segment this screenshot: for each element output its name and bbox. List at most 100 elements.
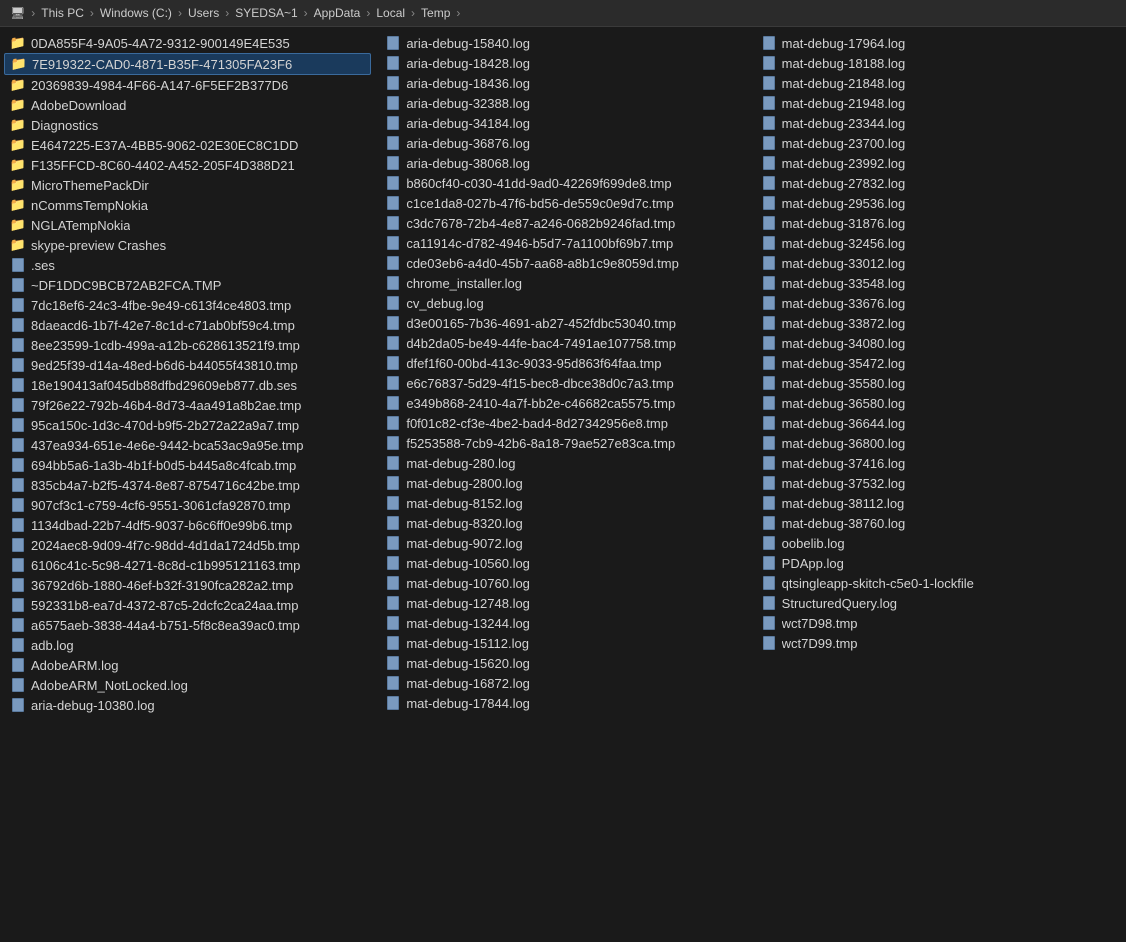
list-item[interactable]: 📁MicroThemePackDir — [4, 175, 371, 195]
list-item[interactable]: 1134dbad-22b7-4df5-9037-b6c6ff0e99b6.tmp — [4, 515, 371, 535]
list-item[interactable]: PDApp.log — [755, 553, 1122, 573]
breadcrumb-local[interactable]: Local — [376, 6, 405, 20]
list-item[interactable]: dfef1f60-00bd-413c-9033-95d863f64faa.tmp — [379, 353, 746, 373]
list-item[interactable]: 8daeacd6-1b7f-42e7-8c1d-c71ab0bf59c4.tmp — [4, 315, 371, 335]
list-item[interactable]: 📁7E919322-CAD0-4871-B35F-471305FA23F6 — [4, 53, 371, 75]
list-item[interactable]: mat-debug-33872.log — [755, 313, 1122, 333]
list-item[interactable]: 6106c41c-5c98-4271-8c8d-c1b995121163.tmp — [4, 555, 371, 575]
list-item[interactable]: e6c76837-5d29-4f15-bec8-dbce38d0c7a3.tmp — [379, 373, 746, 393]
list-item[interactable]: aria-debug-38068.log — [379, 153, 746, 173]
list-item[interactable]: cv_debug.log — [379, 293, 746, 313]
list-item[interactable]: mat-debug-2800.log — [379, 473, 746, 493]
list-item[interactable]: 592331b8-ea7d-4372-87c5-2dcfc2ca24aa.tmp — [4, 595, 371, 615]
list-item[interactable]: b860cf40-c030-41dd-9ad0-42269f699de8.tmp — [379, 173, 746, 193]
list-item[interactable]: mat-debug-10560.log — [379, 553, 746, 573]
list-item[interactable]: mat-debug-34080.log — [755, 333, 1122, 353]
list-item[interactable]: aria-debug-36876.log — [379, 133, 746, 153]
list-item[interactable]: d4b2da05-be49-44fe-bac4-7491ae107758.tmp — [379, 333, 746, 353]
breadcrumb-users[interactable]: Users — [188, 6, 219, 20]
list-item[interactable]: mat-debug-33012.log — [755, 253, 1122, 273]
list-item[interactable]: mat-debug-36644.log — [755, 413, 1122, 433]
list-item[interactable]: 📁F135FFCD-8C60-4402-A452-205F4D388D21 — [4, 155, 371, 175]
list-item[interactable]: f0f01c82-cf3e-4be2-bad4-8d27342956e8.tmp — [379, 413, 746, 433]
list-item[interactable]: mat-debug-23992.log — [755, 153, 1122, 173]
breadcrumb-temp[interactable]: Temp — [421, 6, 450, 20]
list-item[interactable]: chrome_installer.log — [379, 273, 746, 293]
list-item[interactable]: 437ea934-651e-4e6e-9442-bca53ac9a95e.tmp — [4, 435, 371, 455]
list-item[interactable]: mat-debug-38112.log — [755, 493, 1122, 513]
list-item[interactable]: 95ca150c-1d3c-470d-b9f5-2b272a22a9a7.tmp — [4, 415, 371, 435]
list-item[interactable]: e349b868-2410-4a7f-bb2e-c46682ca5575.tmp — [379, 393, 746, 413]
list-item[interactable]: ca11914c-d782-4946-b5d7-7a1100bf69b7.tmp — [379, 233, 746, 253]
breadcrumb-user[interactable]: SYEDSA~1 — [235, 6, 297, 20]
list-item[interactable]: 📁0DA855F4-9A05-4A72-9312-900149E4E535 — [4, 33, 371, 53]
list-item[interactable]: mat-debug-8152.log — [379, 493, 746, 513]
list-item[interactable]: 18e190413af045db88dfbd29609eb877.db.ses — [4, 375, 371, 395]
list-item[interactable]: mat-debug-9072.log — [379, 533, 746, 553]
list-item[interactable]: 8ee23599-1cdb-499a-a12b-c628613521f9.tmp — [4, 335, 371, 355]
list-item[interactable]: 📁AdobeDownload — [4, 95, 371, 115]
list-item[interactable]: 7dc18ef6-24c3-4fbe-9e49-c613f4ce4803.tmp — [4, 295, 371, 315]
list-item[interactable]: 36792d6b-1880-46ef-b32f-3190fca282a2.tmp — [4, 575, 371, 595]
list-item[interactable]: mat-debug-38760.log — [755, 513, 1122, 533]
list-item[interactable]: mat-debug-36800.log — [755, 433, 1122, 453]
list-item[interactable]: mat-debug-35580.log — [755, 373, 1122, 393]
list-item[interactable]: c3dc7678-72b4-4e87-a246-0682b9246fad.tmp — [379, 213, 746, 233]
list-item[interactable]: mat-debug-8320.log — [379, 513, 746, 533]
list-item[interactable]: a6575aeb-3838-44a4-b751-5f8c8ea39ac0.tmp — [4, 615, 371, 635]
list-item[interactable]: mat-debug-15620.log — [379, 653, 746, 673]
list-item[interactable]: mat-debug-31876.log — [755, 213, 1122, 233]
list-item[interactable]: 📁skype-preview Crashes — [4, 235, 371, 255]
breadcrumb-appdata[interactable]: AppData — [314, 6, 361, 20]
list-item[interactable]: mat-debug-12748.log — [379, 593, 746, 613]
list-item[interactable]: mat-debug-37532.log — [755, 473, 1122, 493]
list-item[interactable]: mat-debug-13244.log — [379, 613, 746, 633]
list-item[interactable]: mat-debug-15112.log — [379, 633, 746, 653]
list-item[interactable]: 835cb4a7-b2f5-4374-8e87-8754716c42be.tmp — [4, 475, 371, 495]
list-item[interactable]: c1ce1da8-027b-47f6-bd56-de559c0e9d7c.tmp — [379, 193, 746, 213]
list-item[interactable]: mat-debug-10760.log — [379, 573, 746, 593]
list-item[interactable]: mat-debug-23700.log — [755, 133, 1122, 153]
list-item[interactable]: aria-debug-15840.log — [379, 33, 746, 53]
list-item[interactable]: d3e00165-7b36-4691-ab27-452fdbc53040.tmp — [379, 313, 746, 333]
list-item[interactable]: mat-debug-36580.log — [755, 393, 1122, 413]
list-item[interactable]: aria-debug-32388.log — [379, 93, 746, 113]
list-item[interactable]: 2024aec8-9d09-4f7c-98dd-4d1da1724d5b.tmp — [4, 535, 371, 555]
list-item[interactable]: cde03eb6-a4d0-45b7-aa68-a8b1c9e8059d.tmp — [379, 253, 746, 273]
list-item[interactable]: aria-debug-10380.log — [4, 695, 371, 715]
list-item[interactable]: mat-debug-29536.log — [755, 193, 1122, 213]
breadcrumb-drive[interactable]: Windows (C:) — [100, 6, 172, 20]
list-item[interactable]: f5253588-7cb9-42b6-8a18-79ae527e83ca.tmp — [379, 433, 746, 453]
list-item[interactable]: oobelib.log — [755, 533, 1122, 553]
list-item[interactable]: mat-debug-21848.log — [755, 73, 1122, 93]
list-item[interactable]: mat-debug-33676.log — [755, 293, 1122, 313]
list-item[interactable]: qtsingleapp-skitch-c5e0-1-lockfile — [755, 573, 1122, 593]
breadcrumb-this-pc[interactable]: This PC — [41, 6, 84, 20]
list-item[interactable]: AdobeARM.log — [4, 655, 371, 675]
list-item[interactable]: 79f26e22-792b-46b4-8d73-4aa491a8b2ae.tmp — [4, 395, 371, 415]
list-item[interactable]: 9ed25f39-d14a-48ed-b6d6-b44055f43810.tmp — [4, 355, 371, 375]
list-item[interactable]: mat-debug-21948.log — [755, 93, 1122, 113]
list-item[interactable]: mat-debug-18188.log — [755, 53, 1122, 73]
list-item[interactable]: mat-debug-35472.log — [755, 353, 1122, 373]
list-item[interactable]: StructuredQuery.log — [755, 593, 1122, 613]
list-item[interactable]: mat-debug-17844.log — [379, 693, 746, 713]
list-item[interactable]: mat-debug-27832.log — [755, 173, 1122, 193]
list-item[interactable]: 📁Diagnostics — [4, 115, 371, 135]
list-item[interactable]: aria-debug-18428.log — [379, 53, 746, 73]
list-item[interactable]: wct7D99.tmp — [755, 633, 1122, 653]
list-item[interactable]: mat-debug-32456.log — [755, 233, 1122, 253]
list-item[interactable]: adb.log — [4, 635, 371, 655]
list-item[interactable]: mat-debug-33548.log — [755, 273, 1122, 293]
list-item[interactable]: 694bb5a6-1a3b-4b1f-b0d5-b445a8c4fcab.tmp — [4, 455, 371, 475]
list-item[interactable]: 📁nCommsTempNokia — [4, 195, 371, 215]
list-item[interactable]: 📁20369839-4984-4F66-A147-6F5EF2B377D6 — [4, 75, 371, 95]
list-item[interactable]: 907cf3c1-c759-4cf6-9551-3061cfa92870.tmp — [4, 495, 371, 515]
list-item[interactable]: ~DF1DDC9BCB72AB2FCA.TMP — [4, 275, 371, 295]
list-item[interactable]: 📁NGLATempNokia — [4, 215, 371, 235]
list-item[interactable]: 📁E4647225-E37A-4BB5-9062-02E30EC8C1DD — [4, 135, 371, 155]
list-item[interactable]: mat-debug-280.log — [379, 453, 746, 473]
list-item[interactable]: mat-debug-17964.log — [755, 33, 1122, 53]
list-item[interactable]: .ses — [4, 255, 371, 275]
list-item[interactable]: wct7D98.tmp — [755, 613, 1122, 633]
